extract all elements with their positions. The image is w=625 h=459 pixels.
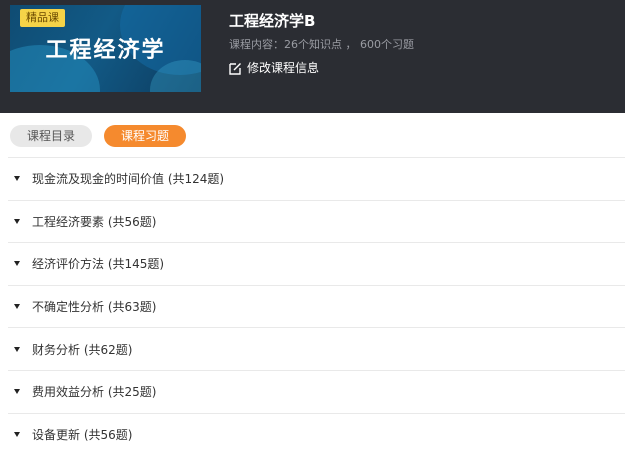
chapter-row[interactable]: 不确定性分析 (共63题) (8, 284, 625, 328)
chapter-row[interactable]: 设备更新 (共56题) (8, 412, 625, 456)
caret-down-icon (14, 261, 20, 267)
caret-down-icon (14, 431, 20, 437)
course-meta: 课程内容：26个知识点 ， 600个习题 (229, 38, 414, 51)
edit-icon (229, 62, 241, 75)
chapter-row[interactable]: 经济评价方法 (共145题) (8, 242, 625, 285)
chapter-list: 现金流及现金的时间价值 (共124题) 工程经济要素 (共56题) 经济评价方法… (8, 157, 625, 455)
premium-course-badge: 精品课 (20, 9, 65, 27)
course-tabs: 课程目录 课程习题 (10, 125, 198, 147)
chapter-label: 工程经济要素 (共56题) (32, 214, 157, 229)
course-header: 精品课 工程经济学 工程经济学B 课程内容：26个知识点 ， 600个习题 修改… (0, 0, 625, 113)
course-cover-image[interactable]: 精品课 工程经济学 (10, 5, 201, 92)
caret-down-icon (14, 218, 20, 224)
chapter-row[interactable]: 费用效益分析 (共25题) (8, 369, 625, 413)
chapter-row[interactable]: 工程经济要素 (共56题) (8, 199, 625, 243)
caret-down-icon (14, 176, 20, 182)
chapter-row[interactable]: 财务分析 (共62题) (8, 327, 625, 370)
caret-down-icon (14, 304, 20, 310)
caret-down-icon (14, 346, 20, 352)
chapter-label: 费用效益分析 (共25题) (32, 385, 157, 400)
edit-course-info-link[interactable]: 修改课程信息 (229, 59, 319, 77)
caret-down-icon (14, 389, 20, 395)
tab-course-catalog[interactable]: 课程目录 (10, 125, 93, 147)
chapter-label: 不确定性分析 (共63题) (32, 300, 157, 315)
course-title: 工程经济学B (229, 12, 316, 30)
chapter-label: 经济评价方法 (共145题) (32, 257, 165, 272)
chapter-label: 财务分析 (共62题) (32, 342, 133, 357)
chapter-row[interactable]: 现金流及现金的时间价值 (共124题) (8, 157, 625, 200)
chapter-label: 设备更新 (共56题) (32, 427, 133, 442)
chapter-label: 现金流及现金的时间价值 (共124题) (32, 172, 225, 187)
cover-title: 工程经济学 (45, 38, 166, 63)
edit-course-info-label: 修改课程信息 (247, 61, 320, 75)
tab-course-exercises[interactable]: 课程习题 (104, 125, 187, 147)
